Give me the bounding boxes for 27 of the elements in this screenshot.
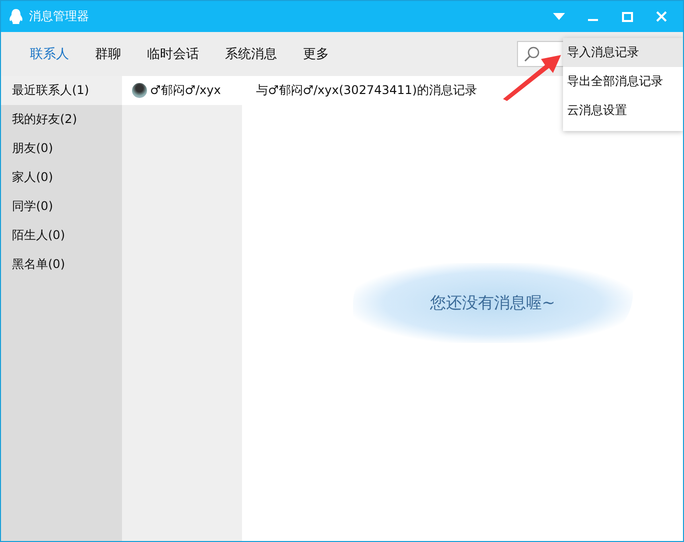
record-title: 与♂郁闷♂/xyx(302743411)的消息记录 <box>255 82 477 99</box>
tab[interactable]: 群聊 <box>82 45 134 63</box>
tab[interactable]: 更多 <box>290 45 342 63</box>
menu-item[interactable]: 导出全部消息记录 <box>563 67 683 96</box>
group-item[interactable]: 家人(0) <box>1 163 122 192</box>
group-item[interactable]: 我的好友(2) <box>1 105 122 134</box>
tab[interactable]: 联系人 <box>17 45 82 63</box>
minimize-icon <box>588 19 598 21</box>
group-item[interactable]: 最近联系人(1) <box>1 76 122 105</box>
group-item[interactable]: 同学(0) <box>1 192 122 221</box>
empty-message: 您还没有消息喔~ <box>430 292 556 314</box>
penguin-icon <box>9 8 23 24</box>
group-item[interactable]: 朋友(0) <box>1 134 122 163</box>
contact-name: ♂郁闷♂/xyx <box>150 82 221 99</box>
caret-icon <box>553 12 565 20</box>
avatar <box>132 83 147 98</box>
menu-item[interactable]: 云消息设置 <box>563 96 683 125</box>
tab[interactable]: 系统消息 <box>212 45 290 63</box>
menu-item[interactable]: 导入消息记录 <box>563 38 683 67</box>
maximize-icon <box>622 12 632 22</box>
window-title: 消息管理器 <box>29 8 90 25</box>
search-icon <box>524 46 540 62</box>
tab[interactable]: 临时会话 <box>134 45 212 63</box>
close-icon <box>656 11 666 22</box>
contact-item[interactable]: ♂郁闷♂/xyx <box>122 76 242 105</box>
group-item[interactable]: 黑名单(0) <box>1 250 122 279</box>
group-item[interactable]: 陌生人(0) <box>1 221 122 250</box>
